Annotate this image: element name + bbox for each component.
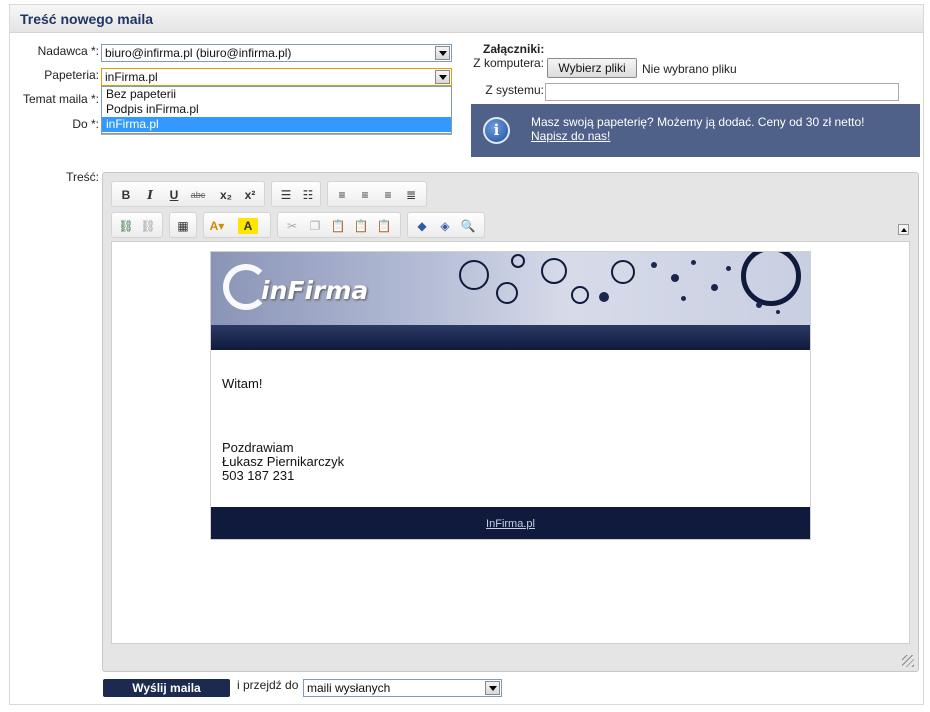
- stationery-option-selected[interactable]: inFirma.pl: [102, 117, 451, 132]
- info-text: Masz swoją papeterię? Możemy ją dodać. C…: [531, 115, 865, 143]
- sender-label: Nadawca *:: [37, 44, 99, 58]
- footer-link[interactable]: InFirma.pl: [486, 518, 535, 530]
- to-label: Do *:: [72, 117, 99, 131]
- decorative-dot: [756, 302, 762, 308]
- align-right-icon[interactable]: ≡: [378, 185, 398, 205]
- stationery-option[interactable]: Podpis inFirma.pl: [102, 102, 451, 117]
- decorative-swirl: [459, 260, 489, 290]
- text-color-icon[interactable]: A▾: [207, 216, 227, 236]
- letter-footer: InFirma.pl: [211, 507, 810, 539]
- then-go-label: i przejdź do: [237, 678, 299, 692]
- decorative-dot: [651, 262, 657, 268]
- editor-content-area[interactable]: inFirma Witam! Pozdrawiam Łukasz Piernik…: [111, 241, 910, 644]
- panel-title: Treść nowego maila: [20, 11, 154, 27]
- rich-text-editor: B I U abc x₂ x² ☰ ☷ ≡ ≡ ≡ ≣ ⛓ ⛓ ▦ A▾ A ✂…: [102, 172, 919, 672]
- format-group: B I U abc x₂ x²: [111, 181, 265, 207]
- table-icon[interactable]: ▦: [173, 216, 193, 236]
- decorative-dot: [599, 292, 609, 302]
- align-center-icon[interactable]: ≡: [355, 185, 375, 205]
- letter-greeting: Witam!: [222, 376, 263, 391]
- chevron-down-icon[interactable]: [435, 70, 450, 84]
- paste-icon[interactable]: 📋: [328, 216, 348, 236]
- from-system-label: Z systemu:: [485, 83, 544, 97]
- letter-closing: Pozdrawiam: [222, 440, 294, 455]
- stationery-value: inFirma.pl: [105, 70, 158, 84]
- stationery-info-box: i Masz swoją papeterię? Możemy ją dodać.…: [471, 104, 920, 157]
- align-left-icon[interactable]: ≡: [332, 185, 352, 205]
- bold-button[interactable]: B: [116, 185, 136, 205]
- decorative-dot: [681, 296, 686, 301]
- decorative-swirl: [541, 258, 567, 284]
- decorative-swirl: [511, 254, 525, 268]
- collapse-toolbar-button[interactable]: [898, 224, 909, 235]
- align-group: ≡ ≡ ≡ ≣: [327, 181, 427, 207]
- decorative-swirl: [611, 260, 635, 284]
- from-system-input[interactable]: [545, 83, 899, 101]
- copy-icon[interactable]: ❐: [305, 216, 325, 236]
- stationery-option[interactable]: Bez papeterii: [102, 87, 451, 102]
- from-computer-label: Z komputera:: [473, 56, 544, 70]
- preview-icon[interactable]: 🔍: [458, 216, 478, 236]
- decorative-dot: [671, 274, 679, 282]
- destination-select[interactable]: maili wysłanych: [303, 679, 502, 697]
- sender-value: biuro@infirma.pl (biuro@infirma.pl): [105, 46, 292, 60]
- decorative-dot: [691, 260, 696, 265]
- table-group: ▦: [169, 212, 197, 238]
- numbered-list-icon[interactable]: ☰: [276, 185, 296, 205]
- eraser-icon[interactable]: ◆: [412, 216, 432, 236]
- unlink-icon[interactable]: ⛓: [138, 216, 158, 236]
- subject-label: Temat maila *:: [22, 92, 99, 106]
- underline-button[interactable]: U: [164, 185, 184, 205]
- italic-button[interactable]: I: [140, 185, 160, 205]
- chevron-down-icon[interactable]: [435, 46, 450, 60]
- paste-text-icon[interactable]: 📋: [351, 216, 371, 236]
- info-icon: i: [483, 117, 510, 144]
- clipboard-group: ✂ ❐ 📋 📋 📋: [277, 212, 401, 238]
- subscript-button[interactable]: x₂: [216, 185, 236, 205]
- sender-select[interactable]: biuro@infirma.pl (biuro@infirma.pl): [101, 44, 452, 62]
- send-email-button[interactable]: Wyślij maila: [103, 679, 230, 697]
- stationery-dropdown: Bez papeterii Podpis inFirma.pl inFirma.…: [101, 86, 452, 134]
- decorative-swirl: [571, 286, 589, 304]
- letter-banner: inFirma: [211, 252, 810, 325]
- color-group: A▾ A: [203, 212, 271, 238]
- destination-value: maili wysłanych: [307, 681, 391, 695]
- choose-files-button[interactable]: Wybierz pliki: [547, 58, 637, 78]
- panel-header: Treść nowego maila: [10, 5, 923, 33]
- bullet-list-icon[interactable]: ☷: [298, 185, 318, 205]
- stationery-select[interactable]: inFirma.pl: [101, 68, 452, 86]
- letter-template: inFirma Witam! Pozdrawiam Łukasz Piernik…: [210, 251, 811, 540]
- align-justify-icon[interactable]: ≣: [401, 185, 421, 205]
- superscript-button[interactable]: x²: [240, 185, 260, 205]
- letter-signature-name: Łukasz Piernikarczyk: [222, 454, 345, 469]
- tools-group: ◆ ◈ 🔍: [407, 212, 485, 238]
- strikethrough-button[interactable]: abc: [188, 185, 208, 205]
- link-group: ⛓ ⛓: [111, 212, 163, 238]
- decorative-dot: [711, 284, 718, 291]
- letter-signature-phone: 503 187 231: [222, 468, 295, 483]
- attachments-title: Załączniki:: [483, 42, 545, 56]
- chevron-down-icon[interactable]: [485, 681, 500, 695]
- no-file-text: Nie wybrano pliku: [642, 62, 737, 76]
- stationery-label: Papeteria:: [44, 68, 99, 82]
- decorative-swirl: [496, 282, 518, 304]
- resize-grip-icon[interactable]: [902, 655, 914, 667]
- highlight-color-icon[interactable]: A: [238, 218, 258, 234]
- decorative-swirl: [741, 252, 801, 306]
- cut-icon[interactable]: ✂: [282, 216, 302, 236]
- letter-banner-strip: [211, 325, 810, 350]
- content-label: Treść:: [66, 170, 99, 184]
- decorative-dot: [726, 266, 731, 271]
- list-group: ☰ ☷: [271, 181, 321, 207]
- logo-text: inFirma: [261, 276, 369, 305]
- info-message: Masz swoją papeterię? Możemy ją dodać. C…: [531, 115, 865, 129]
- contact-us-link[interactable]: Napisz do nas!: [531, 129, 610, 143]
- link-icon[interactable]: ⛓: [116, 216, 136, 236]
- decorative-dot: [776, 310, 780, 314]
- select-all-icon[interactable]: ◈: [435, 216, 455, 236]
- paste-word-icon[interactable]: 📋: [374, 216, 394, 236]
